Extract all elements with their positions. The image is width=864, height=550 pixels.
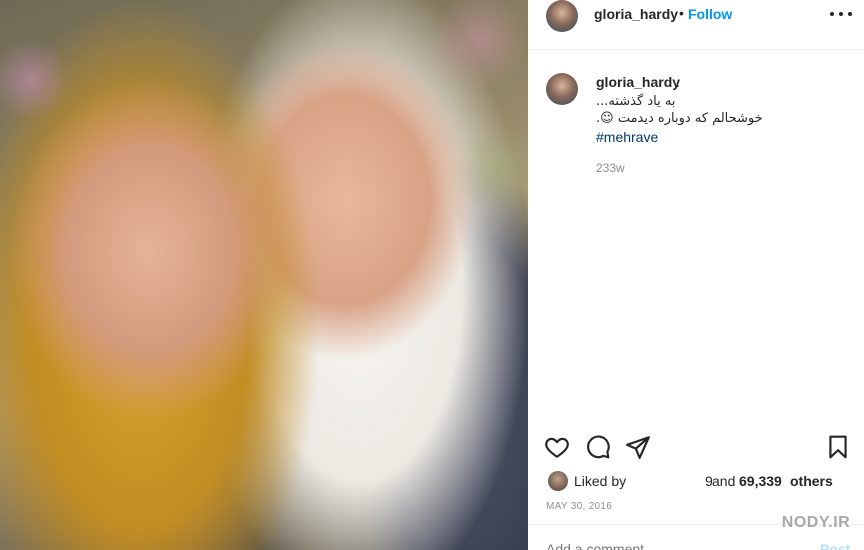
post-photo[interactable] [0,0,528,550]
liker-avatar[interactable] [548,471,568,491]
follow-button[interactable]: Follow [688,6,732,22]
caption-username[interactable]: gloria_hardy [596,74,680,90]
likes-summary: Liked by 9 and 69,339 others [528,469,864,493]
post-actions [528,434,864,464]
author-avatar[interactable] [546,0,578,32]
post-header: gloria_hardy • Follow [528,0,864,50]
and-label: and [712,473,736,489]
caption-line-2: خوشحالم که دوباره دیدمت ☺. [596,111,763,126]
caption-age[interactable]: 233w [596,161,625,175]
watermark-text: NODY.IR [781,514,851,531]
post-date[interactable]: MAY 30, 2016 [546,501,612,512]
caption-username-suffix: . [676,74,680,90]
header-separator: • [679,5,684,21]
caption-avatar[interactable] [546,73,578,105]
more-options-icon[interactable] [830,7,852,21]
post-comment-button[interactable]: Post [820,541,850,550]
comment-icon[interactable] [585,434,611,460]
send-icon[interactable] [625,434,651,460]
comment-input[interactable] [546,541,776,550]
caption-hashtag[interactable]: #mehrave [596,129,658,145]
caption-line-1: به یاد گذشته... [596,94,676,109]
liked-by-label: Liked by [574,473,627,489]
site-watermark: NODY.IR [776,514,856,532]
author-username[interactable]: gloria_hardy [594,6,678,22]
likes-count[interactable]: 69,339 [739,473,782,489]
post-side-panel: gloria_hardy • Follow gloria_hardy . به … [528,0,864,550]
likes-others-label[interactable]: others [790,473,833,489]
heart-icon[interactable] [544,434,570,460]
photo-background-flowers [0,0,528,550]
bookmark-icon[interactable] [825,434,851,460]
